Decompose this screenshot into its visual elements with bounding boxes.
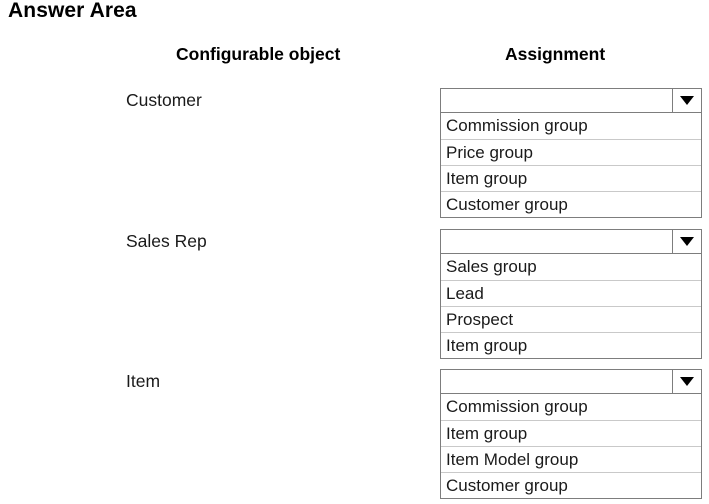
- page-title: Answer Area: [8, 0, 137, 22]
- dropdown-options-sales-rep: Sales group Lead Prospect Item group: [440, 254, 702, 359]
- column-header-configurable-object: Configurable object: [176, 44, 341, 64]
- dropdown-control-item[interactable]: [440, 369, 702, 394]
- dropdown-option[interactable]: Prospect: [441, 306, 701, 332]
- column-header-assignment: Assignment: [505, 44, 606, 64]
- dropdown-control-customer[interactable]: [440, 88, 702, 113]
- dropdown-option[interactable]: Item Model group: [441, 446, 701, 472]
- row-label-customer: Customer: [126, 90, 202, 110]
- dropdown-toggle-sales-rep[interactable]: [672, 230, 701, 253]
- dropdown-option[interactable]: Item group: [441, 420, 701, 446]
- dropdown-options-item: Commission group Item group Item Model g…: [440, 394, 702, 499]
- dropdown-option[interactable]: Commission group: [441, 394, 701, 420]
- assignment-dropdown-customer[interactable]: Commission group Price group Item group …: [440, 88, 702, 218]
- dropdown-option[interactable]: Lead: [441, 280, 701, 306]
- chevron-down-icon: [680, 237, 694, 246]
- answer-area-page: Answer Area Configurable object Assignme…: [0, 0, 709, 504]
- dropdown-selected-value-customer[interactable]: [441, 89, 672, 112]
- assignment-dropdown-sales-rep[interactable]: Sales group Lead Prospect Item group: [440, 229, 702, 359]
- dropdown-toggle-customer[interactable]: [672, 89, 701, 112]
- dropdown-option[interactable]: Item group: [441, 332, 701, 358]
- dropdown-option[interactable]: Price group: [441, 139, 701, 165]
- dropdown-control-sales-rep[interactable]: [440, 229, 702, 254]
- dropdown-option[interactable]: Item group: [441, 165, 701, 191]
- dropdown-toggle-item[interactable]: [672, 370, 701, 393]
- chevron-down-icon: [680, 96, 694, 105]
- row-label-sales-rep: Sales Rep: [126, 231, 207, 251]
- row-label-item: Item: [126, 371, 161, 391]
- dropdown-selected-value-item[interactable]: [441, 370, 672, 393]
- dropdown-option[interactable]: Commission group: [441, 113, 701, 139]
- dropdown-option[interactable]: Customer group: [441, 191, 701, 217]
- dropdown-selected-value-sales-rep[interactable]: [441, 230, 672, 253]
- assignment-dropdown-item[interactable]: Commission group Item group Item Model g…: [440, 369, 702, 499]
- dropdown-options-customer: Commission group Price group Item group …: [440, 113, 702, 218]
- dropdown-option[interactable]: Sales group: [441, 254, 701, 280]
- dropdown-option[interactable]: Customer group: [441, 472, 701, 498]
- chevron-down-icon: [680, 377, 694, 386]
